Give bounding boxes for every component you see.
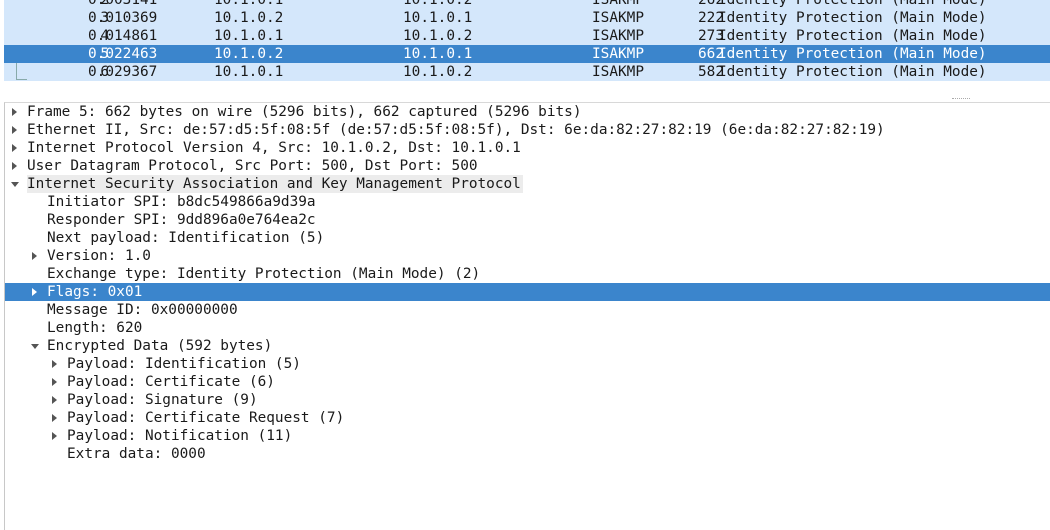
- tree-item-extra-data[interactable]: Extra data: 0000: [5, 445, 1050, 463]
- tree-item-frame[interactable]: Frame 5: 662 bytes on wire (5296 bits), …: [5, 103, 1050, 121]
- tree-item-label: Extra data: 0000: [67, 446, 206, 462]
- packet-length: 273: [698, 28, 724, 44]
- tree-item-udp[interactable]: User Datagram Protocol, Src Port: 500, D…: [5, 157, 1050, 175]
- packet-length: 262: [698, 0, 724, 8]
- packet-source: 10.1.0.1: [214, 64, 284, 80]
- tree-item-version[interactable]: Version: 1.0: [5, 247, 1050, 265]
- tree-item-message-id[interactable]: Message ID: 0x00000000: [5, 301, 1050, 319]
- packet-row[interactable]: 6 0.029367 10.1.0.1 10.1.0.2 ISAKMP 582 Identi…: [4, 63, 1050, 81]
- packet-time: 0.029367: [88, 64, 158, 80]
- packet-time: 0.010369: [88, 10, 158, 26]
- expand-arrow-icon[interactable]: [52, 432, 57, 440]
- packet-info: Identity Protection (Main Mode): [718, 46, 987, 62]
- expand-arrow-icon[interactable]: [52, 378, 57, 386]
- tree-item-payload-notification[interactable]: Payload: Notification (11): [5, 427, 1050, 445]
- packet-info: Identity Protection (Main Mode): [718, 0, 987, 8]
- tree-item-label: Payload: Notification (11): [67, 428, 293, 444]
- packet-info: Identity Protection (Main Mode): [718, 64, 987, 80]
- splitter-grip-icon[interactable]: [952, 98, 970, 101]
- tree-item-encrypted-data[interactable]: Encrypted Data (592 bytes): [5, 337, 1050, 355]
- packet-source: 10.1.0.1: [214, 28, 284, 44]
- packet-length: 582: [698, 64, 724, 80]
- tree-item-label: Payload: Certificate Request (7): [67, 410, 345, 426]
- tree-item-label: Payload: Signature (9): [67, 392, 258, 408]
- tree-item-label: Length: 620: [47, 320, 143, 336]
- packet-protocol: ISAKMP: [592, 0, 644, 8]
- packet-time: 0.014861: [88, 28, 158, 44]
- tree-item-payload-certificate-request[interactable]: Payload: Certificate Request (7): [5, 409, 1050, 427]
- tree-item-label: Initiator SPI: b8dc549866a9d39a: [47, 194, 316, 210]
- packet-time: 0.003141: [88, 0, 158, 8]
- expand-arrow-icon[interactable]: [52, 360, 57, 368]
- packet-protocol: ISAKMP: [592, 28, 644, 44]
- expand-arrow-icon[interactable]: [12, 162, 17, 170]
- tree-item-next-payload[interactable]: Next payload: Identification (5): [5, 229, 1050, 247]
- tree-item-label: Responder SPI: 9dd896a0e764ea2c: [47, 212, 316, 228]
- tree-item-initiator-spi[interactable]: Initiator SPI: b8dc549866a9d39a: [5, 193, 1050, 211]
- expand-arrow-icon[interactable]: [32, 288, 37, 296]
- expand-arrow-icon[interactable]: [12, 126, 17, 134]
- tree-item-length[interactable]: Length: 620: [5, 319, 1050, 337]
- packet-length: 662: [698, 46, 724, 62]
- packet-row[interactable]: 2 0.003141 10.1.0.1 10.1.0.2 ISAKMP 262 Identi…: [4, 0, 1050, 9]
- tree-item-payload-certificate[interactable]: Payload: Certificate (6): [5, 373, 1050, 391]
- collapse-arrow-icon[interactable]: [31, 344, 39, 349]
- packet-row[interactable]: 3 0.010369 10.1.0.2 10.1.0.1 ISAKMP 222 Identi…: [4, 9, 1050, 27]
- packet-row-selected[interactable]: 5 0.022463 10.1.0.2 10.1.0.1 ISAKMP 662 Identi…: [4, 45, 1050, 63]
- tree-item-isakmp[interactable]: Internet Security Association and Key Ma…: [5, 175, 1050, 193]
- packet-info: Identity Protection (Main Mode): [718, 10, 987, 26]
- expand-arrow-icon[interactable]: [12, 108, 17, 116]
- tree-item-label: Internet Security Association and Key Ma…: [27, 175, 523, 193]
- tree-item-responder-spi[interactable]: Responder SPI: 9dd896a0e764ea2c: [5, 211, 1050, 229]
- packet-time: 0.022463: [88, 46, 158, 62]
- packet-length: 222: [698, 10, 724, 26]
- packet-source: 10.1.0.2: [214, 10, 284, 26]
- tree-item-label: Internet Protocol Version 4, Src: 10.1.0…: [27, 140, 521, 156]
- packet-destination: 10.1.0.1: [403, 10, 473, 26]
- tree-item-label: Payload: Identification (5): [67, 356, 301, 372]
- collapse-arrow-icon[interactable]: [11, 182, 19, 187]
- tree-item-label: Flags: 0x01: [47, 284, 143, 300]
- packet-destination: 10.1.0.2: [403, 28, 473, 44]
- packet-source: 10.1.0.2: [214, 46, 284, 62]
- tree-item-label: User Datagram Protocol, Src Port: 500, D…: [27, 158, 478, 174]
- tree-item-label: Version: 1.0: [47, 248, 151, 264]
- packet-details-pane[interactable]: Frame 5: 662 bytes on wire (5296 bits), …: [4, 102, 1050, 530]
- tree-item-label: Exchange type: Identity Protection (Main…: [47, 266, 481, 282]
- packet-row[interactable]: 4 0.014861 10.1.0.1 10.1.0.2 ISAKMP 273 Identi…: [4, 27, 1050, 45]
- tree-item-payload-signature[interactable]: Payload: Signature (9): [5, 391, 1050, 409]
- tree-item-label: Payload: Certificate (6): [67, 374, 275, 390]
- packet-list-pane[interactable]: 2 0.003141 10.1.0.1 10.1.0.2 ISAKMP 262 Identi…: [0, 0, 1050, 98]
- packet-destination: 10.1.0.2: [403, 64, 473, 80]
- tree-item-label: Frame 5: 662 bytes on wire (5296 bits), …: [27, 104, 582, 120]
- tree-item-exchange-type[interactable]: Exchange type: Identity Protection (Main…: [5, 265, 1050, 283]
- packet-source: 10.1.0.1: [214, 0, 284, 8]
- tree-item-flags-selected[interactable]: Flags: 0x01: [5, 283, 1050, 301]
- packet-destination: 10.1.0.2: [403, 0, 473, 8]
- tree-item-label: Message ID: 0x00000000: [47, 302, 238, 318]
- expand-arrow-icon[interactable]: [12, 144, 17, 152]
- packet-info: Identity Protection (Main Mode): [718, 28, 987, 44]
- tree-item-label: Ethernet II, Src: de:57:d5:5f:08:5f (de:…: [27, 122, 885, 138]
- packet-destination: 10.1.0.1: [403, 46, 473, 62]
- tree-item-label: Next payload: Identification (5): [47, 230, 325, 246]
- packet-protocol: ISAKMP: [592, 64, 644, 80]
- tree-item-ipv4[interactable]: Internet Protocol Version 4, Src: 10.1.0…: [5, 139, 1050, 157]
- expand-arrow-icon[interactable]: [52, 396, 57, 404]
- packet-protocol: ISAKMP: [592, 10, 644, 26]
- tree-item-label: Encrypted Data (592 bytes): [47, 338, 273, 354]
- expand-arrow-icon[interactable]: [32, 252, 37, 260]
- tree-item-payload-identification[interactable]: Payload: Identification (5): [5, 355, 1050, 373]
- tree-item-ethernet[interactable]: Ethernet II, Src: de:57:d5:5f:08:5f (de:…: [5, 121, 1050, 139]
- packet-protocol: ISAKMP: [592, 46, 644, 62]
- expand-arrow-icon[interactable]: [52, 414, 57, 422]
